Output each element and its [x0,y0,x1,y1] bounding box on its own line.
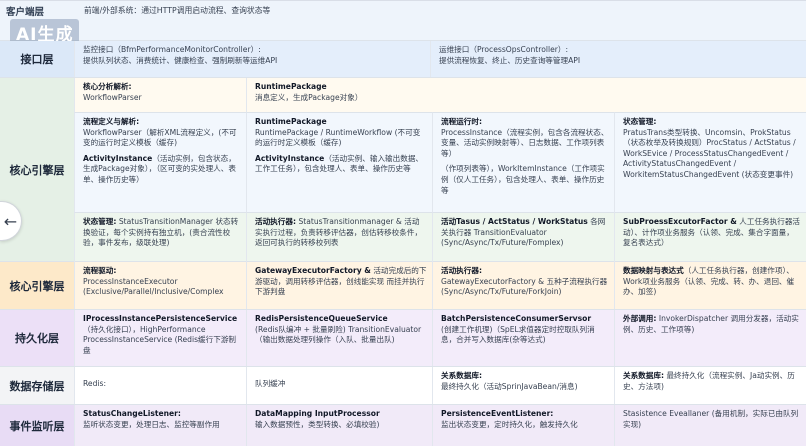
client-layer-text: 前端/外部系统：通过HTTP调用启动流程、查询状态等 [84,6,271,15]
persistence-service-cell: IProcessInstancePersistenceService （持久化接… [74,310,246,366]
core-status-cell: 状态管理: PratusTrans类型转换、Uncomsin、ProkStatu… [614,112,806,212]
rdb-store-title: 关系数据库: [441,371,483,380]
event-layer-row: 事件监听层 StatusChangeListener: 监听状态变更，处理日志、… [0,405,806,446]
core-activity-executor-title: 活动执行器: [255,217,297,226]
process-driver-title: 流程驱动: [83,266,117,275]
activity-executor2-desc: GatewayExecutorFactory & 五种子流程执行器 (Sync/… [441,276,608,297]
core-driver-label: 核心引擎层 [0,262,74,309]
monitor-api-desc: 提供队列状态、消费统计、健康检查、强制刷新等运维API [83,55,278,65]
batch-consumer-title: BatchPersistenceConsumerServsor [441,314,592,323]
core-top-package-desc: 消息定义，生成Package对象） [255,92,363,102]
core-runtime-desc: ProcessInstance（流程实例，包含各流程状态、变量、活动实例映射等）… [441,127,609,158]
batch-consumer-cell: BatchPersistenceConsumerServsor (创建工作机理)… [432,310,614,366]
batch-consumer-desc: (创建工作机理)（SpEL求值器定时控取队列消息，合并写入数据库(杂等达式) [441,324,595,345]
core-subprocess-title: SubProessExcutorFactor & [623,217,737,226]
activity-executor2-title: 活动执行器: [441,266,483,275]
gateway-factory-cell: GatewayExecutorFactory & 活动完成后的下游驱动，调用转移… [246,262,432,309]
core-definition-desc: WorkflowParser（解析XML流程定义，(不可变的运行时定义模板（缓存… [83,127,237,148]
monitor-api-title: 监控接口（BfmPerformanceMonitorController）: [83,45,261,54]
core-definition-title: 流程定义与解析: [83,117,140,126]
input-processor-title: DataMapping InputProcessor [255,409,380,418]
process-driver-cell: 流程驱动: ProcessInstanceExecutor (Exclusive… [74,262,246,309]
core-top-parser-title: 核心分析解析: [83,82,132,91]
event-layer-label: 事件监听层 [0,405,74,446]
persistence-listener-title: PersistenceEventListener: [441,409,554,418]
process-driver-desc: ProcessInstanceExecutor (Exclusive/Paral… [83,276,224,297]
interface-layer-label: 接口层 [0,41,74,77]
storage-layer-label: 数据存储层 [0,367,74,404]
status-listener-desc: 监听状态变更，处理日志、监控等副作用 [83,419,220,429]
core-runtime-package-desc: RuntimePackage / RuntimeWorkflow (不可变的运行… [255,127,421,148]
input-processor-desc: 输入数据预性，类型转换、必填校验) [255,419,380,429]
interface-layer-row: 接口层 监控接口（BfmPerformanceMonitorController… [0,41,806,78]
queue-buffer-cell: 队列缓冲 [246,367,432,404]
core-activity-instance-title: ActivityInstance [83,153,153,163]
external-invoke-title: 外部调用: [623,314,657,323]
core-status-desc: PratusTrans类型转换、Uncomsin、ProkStatus（状态枚举… [623,127,796,179]
gateway-factory-title: GatewayExecutorFactory & [255,266,371,275]
core-engine-row: 核心引擎层 核心分析解析: WorkflowParser RuntimePack… [0,78,806,262]
core-workitem-desc: （作项列表等），WorkItemInstance（工作项实例（仅人工任务），包含… [441,164,605,195]
redis-store-cell: Redis: [74,367,246,404]
core-runtime-cell: 流程运行时: ProcessInstance（流程实例，包含各流程状态、变量、活动… [432,112,614,212]
queue-buffer-desc: 队列缓冲 [255,379,286,388]
core-status-title: 状态管理: [623,117,657,126]
core-top-package-title: RuntimePackage [255,82,327,91]
activity-executor2-cell: 活动执行器: GatewayExecutorFactory & 五种子流程执行器… [432,262,614,309]
core-top-parser-cell: 核心分析解析: WorkflowParser [74,78,246,112]
ops-api-desc: 提供流程恢复、终止、历史查询等管理API [439,55,581,65]
client-layer-label: 客户端层 [6,7,45,18]
core-driver-row: 核心引擎层 流程驱动: ProcessInstanceExecutor (Exc… [0,262,806,310]
status-listener-title: StatusChangeListener: [83,409,181,418]
core-definition-cell: 流程定义与解析: WorkflowParser（解析XML流程定义，(不可变的运行… [74,112,246,212]
persistence-layer-label: 持久化层 [0,310,74,366]
persistence-service-desc: （持久化接口），HighPerformance ProcessInstanceS… [83,324,237,355]
storage-layer-row: 数据存储层 Redis: 队列缓冲 关系数据库: 最终持久化（活动SprinJa… [0,367,806,405]
redis-queue-cell: RedisPersistenceQueueService (Redis队编冲 +… [246,310,432,366]
core-subprocess-cell: SubProessExcutorFactor & 人工任务执行器活动）、计作项业… [614,212,806,262]
ops-api-title: 运维接口（ProcessOpsController）: [439,45,569,54]
persistence-service-title: IProcessInstancePersistenceService [83,314,238,323]
core-top-parser-desc: WorkflowParser [83,92,142,102]
architecture-diagram: 客户端层 前端/外部系统：通过HTTP调用启动流程、查询状态等 AI生成 接口层… [0,0,806,446]
core-runtime-package-title: RuntimePackage [255,117,327,126]
core-gateway-cell: 活动Tasus / ActStatus / WorkStatus 各网关执行器 … [432,212,614,262]
core-transition-cell: 状态管理: StatusTransitionManager 状态转换验证，每个实… [74,212,246,262]
rdb-store2-title: 关系数据库: [623,371,665,380]
ops-api-cell: 运维接口（ProcessOpsController）: 提供流程恢复、终止、历史… [430,41,806,77]
data-mapping-cell: 数据映射与表达式（人工任务执行器，创建作项）、Work项业务服务（认领、完成、转… [614,262,806,309]
backup-listener-desc: Stasistence Eveallaner (备用机制，实际已由队列实现) [623,409,799,429]
rdb-store-cell: 关系数据库: 最终持久化（活动SprinJavaBean/消息) [432,367,614,404]
persistence-listener-cell: PersistenceEventListener: 监出状态变更，定时持久化，触… [432,405,614,446]
monitor-api-cell: 监控接口（BfmPerformanceMonitorController）: 提… [74,41,430,77]
external-invoke-cell: 外部调用: InvokerDispatcher 调用分发器，活动实例、历史、工作… [614,310,806,366]
core-gateway-title: 活动Tasus / ActStatus / WorkStatus [441,217,588,226]
rdb-store-desc: 最终持久化（活动SprinJavaBean/消息) [441,381,578,391]
redis-queue-title: RedisPersistenceQueueService [255,314,388,323]
client-layer-row: 客户端层 前端/外部系统：通过HTTP调用启动流程、查询状态等 AI生成 [0,1,806,46]
redis-queue-desc: (Redis队编冲 + 批量刷险) TransitionEvaluator（输出… [255,324,422,345]
persistence-listener-desc: 监出状态变更，定时持久化，触发持久化 [441,419,578,429]
redis-store-desc: Redis: [83,379,107,388]
arrow-left-icon: ← [3,211,18,231]
core-runtime-package-cell: RuntimePackage RuntimePackage / RuntimeWo… [246,112,432,212]
core-activity-instance2-title: ActivityInstance [255,153,325,163]
persistence-layer-row: 持久化层 IProcessInstancePersistenceService … [0,310,806,367]
core-activity-executor-cell: 活动执行器: StatusTransitionmanager & 活动实执行过程… [246,212,432,262]
data-mapping-title: 数据映射与表达式 [623,266,684,275]
status-listener-cell: StatusChangeListener: 监听状态变更，处理日志、监控等副作用 [74,405,246,446]
core-top-package-cell: RuntimePackage 消息定义，生成Package对象） [246,78,806,112]
backup-listener-cell: Stasistence Eveallaner (备用机制，实际已由队列实现) [614,405,806,446]
core-transition-title: 状态管理: [83,217,117,226]
input-processor-cell: DataMapping InputProcessor 输入数据预性，类型转换、必… [246,405,432,446]
rdb-store2-cell: 关系数据库: 最终持久化（流程实例、Ja动实例、历史、方法项) [614,367,806,404]
core-runtime-title: 流程运行时: [441,117,483,126]
